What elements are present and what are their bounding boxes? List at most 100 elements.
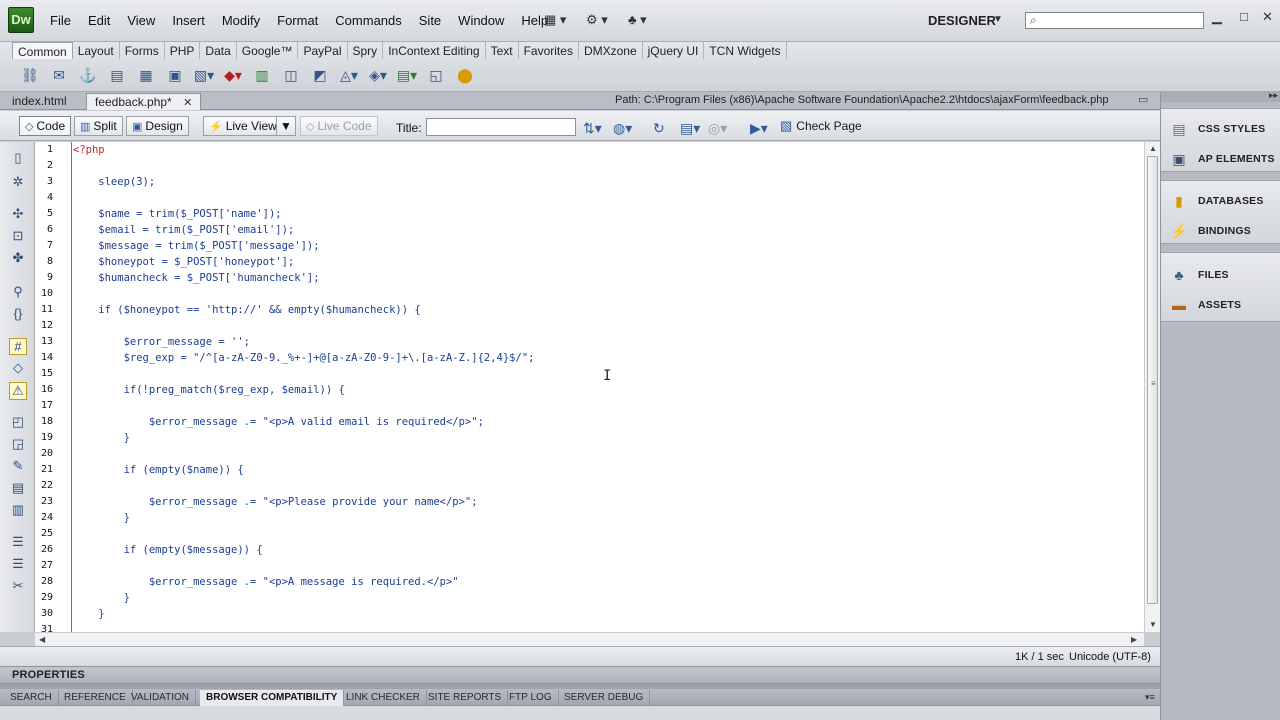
expand-all-icon[interactable]: ✤	[9, 250, 27, 266]
code-line[interactable]: $error_message .= "<p>Please provide you…	[73, 496, 478, 508]
code-line[interactable]: $humancheck = $_POST['humancheck'];	[73, 272, 319, 284]
bindings-panel[interactable]: ⚡ BINDINGS	[1169, 221, 1251, 241]
tab-feedback-php[interactable]: feedback.php* ✕	[86, 93, 202, 110]
move-css-icon[interactable]: ▥	[9, 502, 27, 518]
outdent-code-icon[interactable]: ☰	[9, 556, 27, 572]
tab-layout[interactable]: Layout	[73, 42, 120, 59]
databases-panel[interactable]: ▮ DATABASES	[1169, 191, 1264, 211]
code-line[interactable]: $message = trim($_POST['message']);	[73, 240, 319, 252]
tab-google[interactable]: Google™	[237, 42, 299, 59]
media-icon[interactable]: ◆▾	[221, 66, 245, 84]
code-line[interactable]: <?php	[73, 144, 105, 156]
tab-incontext-editing[interactable]: InContext Editing	[383, 42, 486, 59]
syntax-error-alerts-icon[interactable]: ⚠	[9, 382, 27, 400]
tab-favorites[interactable]: Favorites	[519, 42, 579, 59]
tab-search[interactable]: SEARCH	[4, 690, 59, 706]
view-options-icon[interactable]: ▤▾	[680, 120, 700, 137]
panel-menu-icon[interactable]: ▾≡	[1145, 692, 1155, 703]
live-view-options-button[interactable]: ▼	[276, 116, 296, 136]
table-icon[interactable]: ▦	[134, 66, 158, 84]
select-parent-tag-icon[interactable]: ⚲	[9, 284, 27, 300]
show-code-navigator-icon[interactable]: ✲	[9, 174, 27, 190]
named-anchor-icon[interactable]: ⚓	[76, 66, 100, 84]
scrollbar-thumb[interactable]: ≡	[1147, 156, 1158, 604]
comment-icon[interactable]: ◩	[308, 66, 332, 84]
tab-index-html[interactable]: index.html	[4, 93, 75, 110]
collapse-selection-icon[interactable]: ⊡	[9, 228, 27, 244]
workspace-switcher[interactable]: DESIGNER	[928, 13, 996, 28]
menu-window[interactable]: Window	[458, 13, 504, 28]
code-line[interactable]: $error_message .= "<p>A valid email is r…	[73, 416, 484, 428]
tab-server-debug[interactable]: SERVER DEBUG	[558, 690, 651, 706]
menu-modify[interactable]: Modify	[222, 13, 260, 28]
code-line[interactable]: sleep(3);	[73, 176, 155, 188]
server-side-include-icon[interactable]: ◫	[279, 66, 303, 84]
menu-site[interactable]: Site	[419, 13, 441, 28]
close-icon[interactable]: ✕	[183, 97, 192, 109]
vertical-scrollbar[interactable]: ▲ ≡ ▼	[1144, 142, 1160, 632]
code-line[interactable]: if (empty($message)) {	[73, 544, 263, 556]
scroll-right-icon[interactable]: ▶	[1131, 635, 1137, 644]
code-line[interactable]: if (empty($name)) {	[73, 464, 244, 476]
title-input[interactable]	[426, 118, 576, 136]
live-code-button[interactable]: ◇ Live Code	[300, 116, 378, 136]
date-icon[interactable]: ▥	[250, 66, 274, 84]
tab-link-checker[interactable]: LINK CHECKER	[340, 690, 427, 706]
code-editor[interactable]: 1 <?php 2 3 sleep(3); 4 5 $name = trim($_POST…	[35, 142, 1144, 632]
indent-code-icon[interactable]: ☰	[9, 534, 27, 550]
site-menu-icon[interactable]: ♣ ▾	[628, 12, 660, 28]
format-source-code-icon[interactable]: ✂	[9, 578, 27, 594]
apply-comment-icon[interactable]: ◰	[9, 414, 27, 430]
live-view-button[interactable]: ⚡ Live View	[203, 116, 283, 136]
visual-aids-icon[interactable]: ◎▾	[708, 120, 727, 137]
code-line[interactable]: $honeypot = $_POST['honeypot'];	[73, 256, 294, 268]
widget-icon[interactable]: ⬤	[453, 66, 477, 84]
balance-braces-icon[interactable]: {}	[9, 306, 27, 321]
properties-panel-header[interactable]: PROPERTIES	[0, 666, 1160, 684]
tab-spry[interactable]: Spry	[348, 42, 384, 59]
file-management-icon[interactable]: ⇅▾	[583, 120, 602, 137]
script-icon[interactable]: ◈▾	[366, 66, 390, 84]
menu-commands[interactable]: Commands	[335, 13, 401, 28]
menu-format[interactable]: Format	[277, 13, 318, 28]
check-page-button[interactable]: ▧ Check Page	[780, 118, 862, 134]
chevron-down-icon[interactable]: ▼	[993, 14, 1003, 25]
code-line[interactable]: $reg_exp = "/^[a-zA-Z0-9._%+-]+@[a-zA-Z0…	[73, 352, 535, 364]
code-line[interactable]: $error_message .= "<p>A message is requi…	[73, 576, 459, 588]
menu-file[interactable]: File	[50, 13, 71, 28]
collapse-full-tag-icon[interactable]: ✣	[9, 206, 27, 222]
assets-panel[interactable]: ▬ ASSETS	[1169, 295, 1241, 315]
extend-dreamweaver-icon[interactable]: ⚙ ▾	[586, 12, 618, 28]
tab-browser-compatibility[interactable]: BROWSER COMPATIBILITY	[200, 690, 345, 706]
scroll-up-icon[interactable]: ▲	[1149, 144, 1157, 153]
tab-paypal[interactable]: PayPal	[298, 42, 348, 59]
highlight-invalid-code-icon[interactable]: ◇	[9, 360, 27, 376]
code-line[interactable]: }	[73, 432, 130, 444]
wrap-tag-icon[interactable]: ✎	[9, 458, 27, 474]
code-line[interactable]: }	[73, 592, 130, 604]
validate-markup-icon[interactable]: ▶▾	[750, 120, 768, 137]
tab-php[interactable]: PHP	[165, 42, 201, 59]
code-view-button[interactable]: ◇ Code	[19, 116, 72, 136]
code-line[interactable]: if(!preg_match($reg_exp, $email)) {	[73, 384, 345, 396]
open-documents-icon[interactable]: ▯	[9, 150, 27, 166]
tab-tcn-widgets[interactable]: TCN Widgets	[704, 42, 787, 59]
design-view-button[interactable]: ▣ Design	[126, 116, 189, 136]
horizontal-scrollbar[interactable]: ◀ ▶	[35, 632, 1144, 646]
horizontal-rule-icon[interactable]: ▤	[105, 66, 129, 84]
head-icon[interactable]: ◬▾	[337, 66, 361, 84]
hyperlink-icon[interactable]: ⛓	[18, 66, 42, 84]
restore-icon[interactable]: ▭	[1138, 93, 1148, 106]
recent-snippets-icon[interactable]: ▤	[9, 480, 27, 496]
insert-div-icon[interactable]: ▣	[163, 66, 187, 84]
images-icon[interactable]: ▧▾	[192, 66, 216, 84]
preview-in-browser-icon[interactable]: ◍▾	[613, 120, 632, 137]
split-view-button[interactable]: ▥ Split	[74, 116, 123, 136]
scroll-down-icon[interactable]: ▼	[1149, 620, 1157, 629]
files-panel[interactable]: ♣ FILES	[1169, 265, 1229, 285]
tab-text[interactable]: Text	[486, 42, 519, 59]
refresh-icon[interactable]: ↻	[653, 120, 665, 137]
css-styles-panel[interactable]: ▤ CSS STYLES	[1169, 119, 1265, 139]
tab-jquery-ui[interactable]: jQuery UI	[643, 42, 705, 59]
minimize-icon[interactable]: ▁	[1212, 9, 1222, 25]
